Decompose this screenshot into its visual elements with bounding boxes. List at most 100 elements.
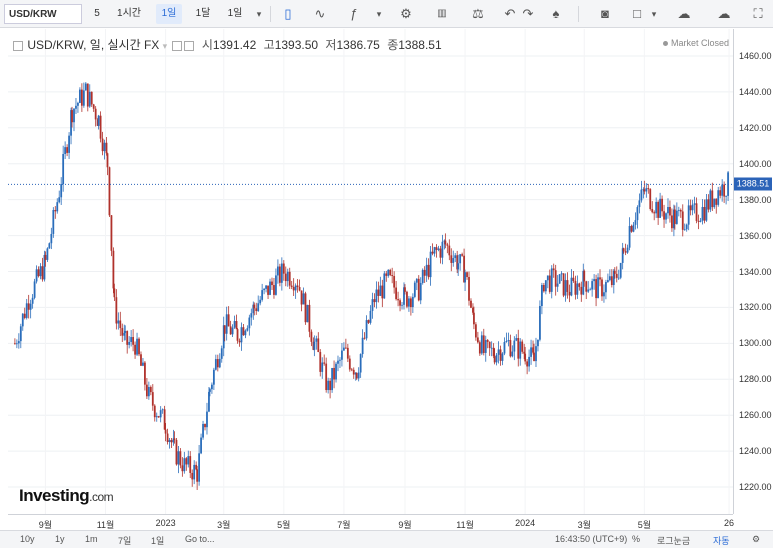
candle-body: [544, 280, 547, 292]
candle-body: [173, 438, 176, 440]
candle-body: [681, 211, 684, 230]
color-box-icon[interactable]: □: [628, 4, 646, 24]
candle-body: [595, 279, 597, 299]
candle-body: [236, 329, 239, 341]
candle-body: [703, 206, 706, 221]
price-chart[interactable]: [8, 29, 733, 514]
candle-body: [238, 340, 241, 343]
candle-body: [572, 277, 575, 281]
resolution-menu[interactable]: 1일: [222, 4, 248, 24]
candle-body: [711, 190, 714, 208]
resolution-1month[interactable]: 1달: [190, 4, 216, 24]
settings-icon[interactable]: [183, 40, 194, 51]
chevron-down-icon[interactable]: ▾: [648, 4, 660, 24]
percent-toggle[interactable]: %: [632, 534, 640, 544]
candle-body: [717, 190, 720, 205]
candle-body: [613, 270, 616, 274]
candle-body: [294, 285, 297, 291]
x-tick-label: 2024: [515, 518, 536, 528]
candle-body: [640, 189, 643, 201]
candle-body: [695, 203, 698, 221]
range-1y[interactable]: 1y: [55, 534, 65, 544]
candle-body: [387, 269, 390, 276]
candle-body: [149, 386, 152, 393]
camera-icon[interactable]: ◙: [594, 4, 616, 24]
candle-body: [62, 154, 65, 185]
candle-body: [657, 201, 660, 218]
range-10y[interactable]: 10y: [20, 534, 35, 544]
candle-body: [233, 321, 236, 328]
settings-icon[interactable]: ⚙: [752, 534, 760, 545]
candle-body: [175, 439, 178, 465]
candle-body: [457, 263, 460, 270]
eye-icon[interactable]: [171, 40, 182, 51]
settings-icon[interactable]: ⚙: [396, 4, 416, 24]
candle-body: [663, 211, 665, 220]
price-axis[interactable]: 1220.00 1240.00 1260.00 1280.00 1300.00 1320.…: [733, 29, 773, 514]
candle-body: [649, 189, 652, 210]
chevron-down-icon[interactable]: ▾: [252, 4, 266, 24]
line-chart-icon[interactable]: ∿: [310, 4, 330, 24]
chevron-down-icon[interactable]: ▾: [372, 4, 386, 24]
candle-body: [209, 389, 211, 392]
candle-body: [691, 204, 694, 211]
alert-icon[interactable]: ♠: [546, 4, 566, 24]
candle-body: [92, 104, 95, 109]
cloud-upload-icon[interactable]: ☁: [712, 4, 736, 24]
y-tick-label: 1260.00: [739, 410, 772, 421]
candle-body: [90, 91, 93, 105]
range-1d[interactable]: 1일: [151, 534, 164, 547]
cloud-download-icon[interactable]: ☁: [672, 4, 696, 24]
candle-body: [273, 285, 275, 295]
candle-body: [101, 138, 104, 152]
y-tick-label: 1320.00: [739, 302, 772, 313]
auto-scale-toggle[interactable]: 자동: [713, 534, 730, 547]
candle-body: [168, 440, 171, 443]
candle-body: [275, 275, 277, 295]
resolution-5[interactable]: 5: [90, 4, 104, 24]
candle-body: [653, 212, 656, 214]
candle-body: [144, 362, 146, 385]
symbol-input[interactable]: USD/KRW: [4, 4, 82, 24]
candle-body: [610, 276, 613, 285]
balance-icon[interactable]: ⚖: [468, 4, 488, 24]
candle-body: [564, 280, 567, 296]
candle-body: [540, 284, 543, 307]
candle-body: [685, 224, 688, 230]
time-axis[interactable]: 9월 11월 2023 3월 5월 7월 9월 11월 2024 3월 5월 26: [8, 514, 734, 531]
candle-body: [478, 342, 481, 354]
redo-icon[interactable]: ↷: [520, 4, 536, 24]
range-1m[interactable]: 1m: [85, 534, 98, 544]
candle-body: [507, 340, 510, 342]
candle-body: [591, 281, 594, 290]
status-dot-icon: [662, 41, 668, 47]
candle-body: [377, 289, 380, 296]
y-tick-label: 1220.00: [739, 482, 772, 493]
candle-body: [350, 369, 353, 371]
resolution-1hour[interactable]: 1시간: [114, 4, 144, 24]
chevron-down-icon[interactable]: ▾: [163, 41, 168, 51]
fullscreen-icon[interactable]: ⛶: [748, 4, 768, 24]
candle-body: [68, 135, 70, 153]
candle-body: [145, 384, 148, 397]
candle-body: [683, 229, 686, 231]
undo-icon[interactable]: ↶: [502, 4, 518, 24]
log-scale-toggle[interactable]: 로그눈금: [657, 534, 690, 547]
range-7d[interactable]: 7일: [118, 534, 131, 547]
compare-icon[interactable]: ▥: [432, 4, 452, 24]
candle-body: [189, 456, 192, 473]
goto-button[interactable]: Go to...: [185, 534, 215, 544]
resolution-1day[interactable]: 1일: [156, 4, 182, 24]
candle-body: [363, 337, 366, 339]
candle-body: [198, 453, 201, 482]
candle-body: [383, 273, 386, 299]
indicator-icon[interactable]: ƒ: [344, 4, 364, 24]
candle-body: [550, 268, 553, 292]
candle-body: [44, 254, 47, 260]
candle-body: [41, 266, 44, 280]
collapse-icon[interactable]: [13, 40, 23, 51]
candle-body: [161, 409, 164, 411]
candle-body: [88, 91, 91, 107]
candle-body: [339, 359, 341, 361]
candlestick-icon[interactable]: ▯: [278, 4, 298, 24]
